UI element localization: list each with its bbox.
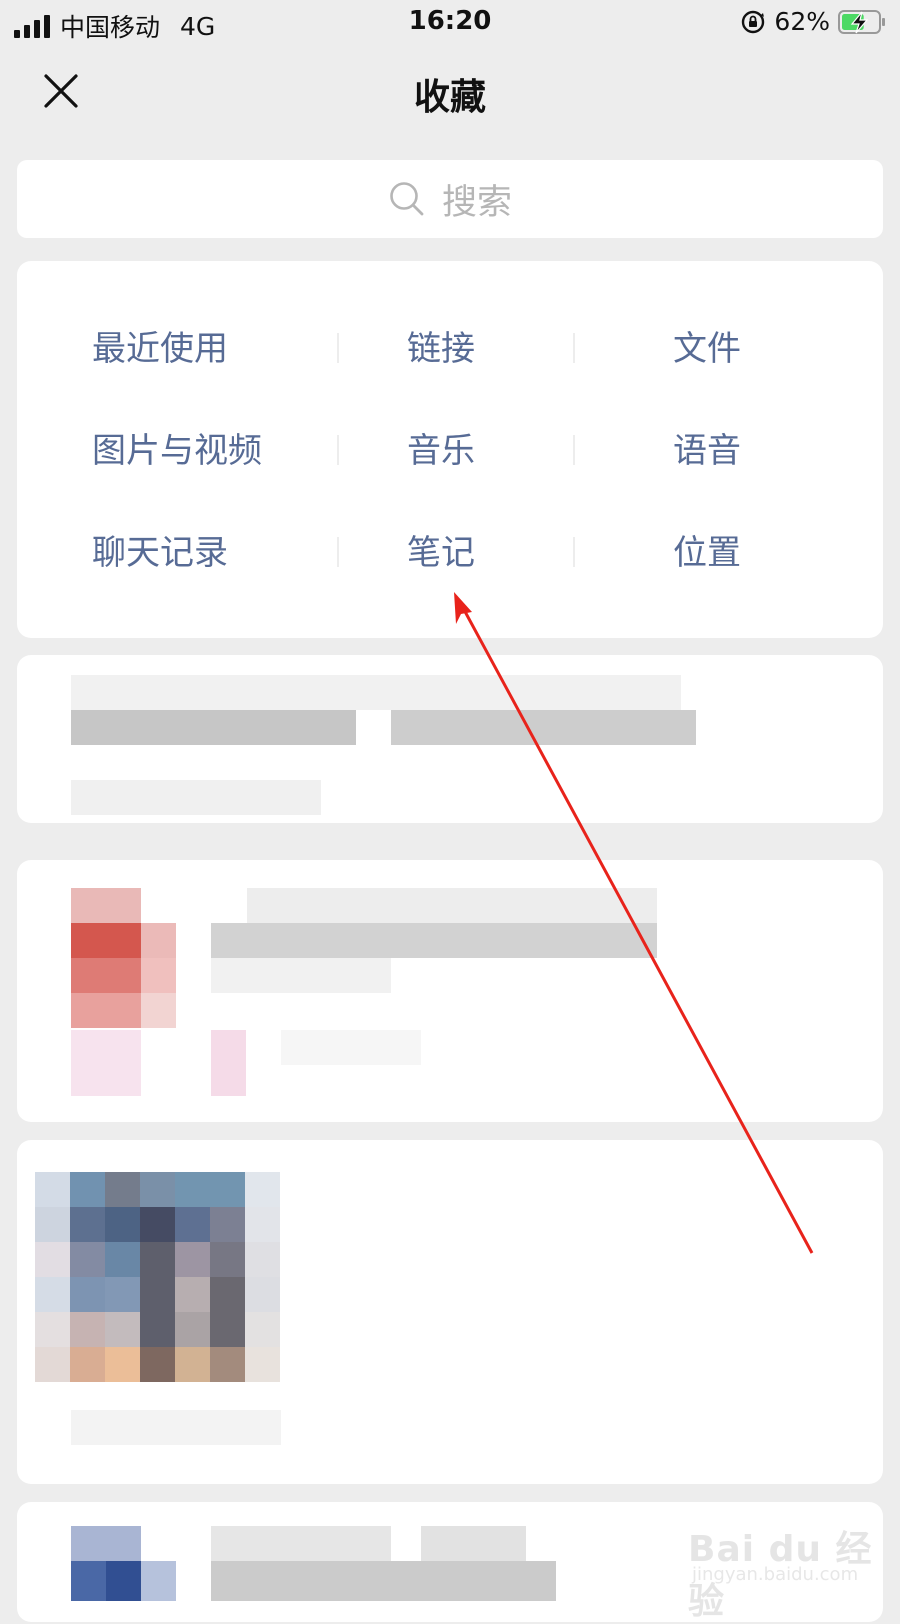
category-files[interactable]: 文件 — [673, 309, 741, 389]
blurred-text — [391, 710, 696, 745]
blurred-thumbnail — [245, 1312, 280, 1347]
blurred-text — [247, 888, 657, 923]
blurred-thumbnail — [71, 958, 141, 993]
rotation-lock-icon — [742, 10, 765, 33]
blurred-thumbnail — [175, 1172, 245, 1207]
category-divider — [337, 435, 339, 465]
category-location[interactable]: 位置 — [673, 513, 741, 593]
blurred-thumbnail — [70, 1207, 105, 1242]
search-icon — [390, 182, 424, 216]
blurred-thumbnail — [105, 1172, 140, 1207]
category-chat-history[interactable]: 聊天记录 — [92, 513, 228, 593]
category-row: 最近使用 链接 文件 — [17, 309, 883, 389]
blurred-thumbnail — [105, 1277, 140, 1312]
blurred-thumbnail — [70, 1277, 105, 1312]
blurred-thumbnail — [175, 1347, 210, 1382]
favorite-item[interactable] — [17, 1140, 883, 1484]
blurred-thumbnail — [35, 1347, 70, 1382]
favorite-item[interactable] — [17, 860, 883, 1122]
blurred-thumbnail — [35, 1172, 70, 1207]
blurred-thumbnail — [71, 888, 141, 923]
status-bar: 中国移动 4G 16:20 62% — [0, 0, 900, 46]
blurred-thumbnail — [35, 1242, 70, 1277]
baidu-jingyan-watermark: Bai du 经验 jingyan.baidu.com — [688, 1520, 888, 1622]
blurred-thumbnail — [35, 1277, 70, 1312]
blurred-thumbnail — [245, 1207, 280, 1242]
blurred-thumbnail — [105, 1347, 140, 1382]
blurred-text — [211, 1561, 556, 1601]
blurred-thumbnail — [70, 1312, 105, 1347]
blurred-thumbnail — [70, 1242, 105, 1277]
blurred-thumbnail — [175, 1242, 210, 1277]
blurred-thumbnail — [140, 1347, 175, 1382]
blurred-thumbnail — [71, 1526, 141, 1561]
blurred-text — [71, 675, 681, 710]
blurred-text — [281, 1030, 421, 1065]
blurred-thumbnail — [141, 958, 176, 993]
blurred-thumbnail — [70, 1172, 105, 1207]
blurred-thumbnail — [105, 1312, 140, 1347]
blurred-thumbnail — [106, 1561, 141, 1601]
blurred-text — [71, 1410, 281, 1445]
blurred-text — [211, 923, 657, 958]
blurred-thumbnail — [105, 1207, 140, 1242]
blurred-thumbnail — [35, 1312, 70, 1347]
blurred-thumbnail — [70, 1347, 105, 1382]
blurred-thumbnail — [210, 1277, 245, 1347]
blurred-text — [71, 710, 356, 745]
search-bar[interactable]: 搜索 — [17, 160, 883, 238]
blurred-text — [211, 1526, 391, 1561]
blurred-text — [211, 1030, 246, 1096]
blurred-thumbnail — [245, 1172, 280, 1207]
blurred-text — [421, 1526, 526, 1561]
category-card: 最近使用 链接 文件 图片与视频 音乐 语音 聊天记录 笔记 位置 — [17, 261, 883, 638]
category-links[interactable]: 链接 — [407, 309, 475, 389]
category-row: 图片与视频 音乐 语音 — [17, 411, 883, 491]
category-recent[interactable]: 最近使用 — [92, 309, 228, 389]
battery-charging-icon — [838, 9, 885, 34]
blurred-thumbnail — [140, 1172, 175, 1207]
status-right: 62% — [740, 7, 886, 36]
blurred-thumbnail — [175, 1207, 210, 1242]
category-images-videos[interactable]: 图片与视频 — [92, 411, 262, 491]
blurred-thumbnail — [210, 1347, 245, 1382]
category-music[interactable]: 音乐 — [407, 411, 475, 491]
battery-percent: 62% — [774, 7, 830, 36]
blurred-thumbnail — [140, 1207, 175, 1242]
blurred-thumbnail — [141, 923, 176, 958]
category-divider — [573, 435, 575, 465]
category-divider — [573, 333, 575, 363]
blurred-thumbnail — [245, 1347, 280, 1382]
category-divider — [573, 537, 575, 567]
blurred-thumbnail — [71, 993, 141, 1028]
blurred-thumbnail — [35, 1207, 70, 1242]
category-divider — [337, 333, 339, 363]
blurred-thumbnail — [245, 1242, 280, 1277]
category-divider — [337, 537, 339, 567]
blurred-thumbnail — [71, 923, 141, 958]
blurred-thumbnail — [141, 993, 176, 1028]
blurred-text — [211, 958, 391, 993]
blurred-thumbnail — [210, 1242, 245, 1277]
blurred-thumbnail — [245, 1277, 280, 1312]
category-row: 聊天记录 笔记 位置 — [17, 513, 883, 593]
favorite-item[interactable] — [17, 655, 883, 823]
blurred-thumbnail — [141, 1561, 176, 1601]
blurred-thumbnail — [210, 1207, 245, 1242]
blurred-thumbnail — [175, 1277, 210, 1312]
blurred-thumbnail — [71, 1561, 106, 1601]
category-voice[interactable]: 语音 — [673, 411, 741, 491]
blurred-text — [71, 1030, 141, 1096]
blurred-text — [71, 780, 321, 815]
search-placeholder: 搜索 — [441, 182, 512, 223]
page-title: 收藏 — [413, 77, 486, 118]
watermark-url: jingyan.baidu.com — [692, 1564, 859, 1585]
blurred-thumbnail — [175, 1312, 210, 1347]
category-notes[interactable]: 笔记 — [407, 513, 475, 593]
blurred-thumbnail — [105, 1242, 140, 1277]
navigation-bar: 收藏 — [0, 46, 900, 136]
